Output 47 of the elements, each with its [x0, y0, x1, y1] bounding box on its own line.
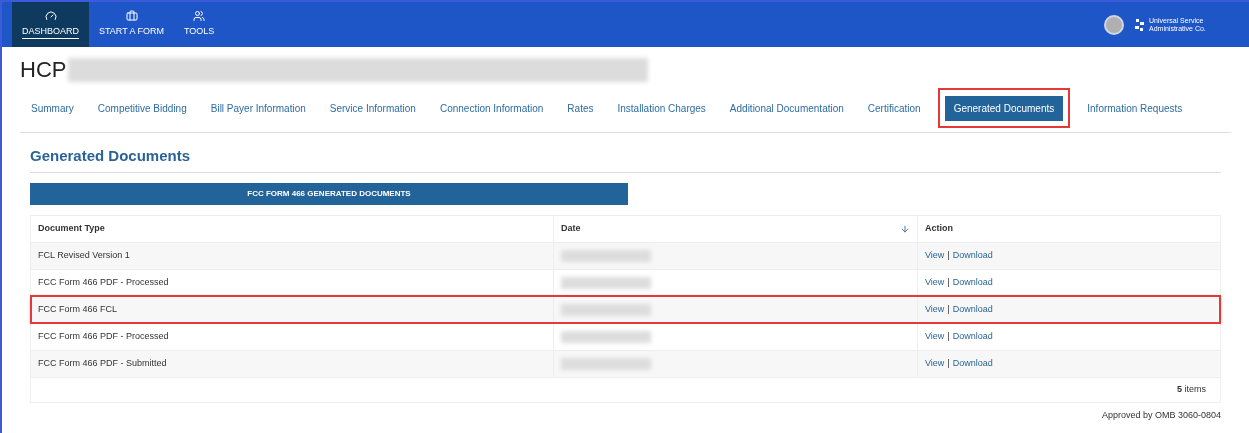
page-title: HCP: [20, 56, 67, 84]
view-link[interactable]: View: [925, 302, 945, 317]
section-banner: FCC FORM 466 GENERATED DOCUMENTS: [30, 182, 628, 205]
table-cell-text: FCC Form 466 PDF - Processed: [37, 329, 170, 343]
view-link[interactable]: View: [925, 329, 945, 344]
tab[interactable]: Service Information: [329, 96, 416, 121]
view-link[interactable]: View: [925, 275, 945, 290]
sort-descending-icon[interactable]: [900, 223, 910, 234]
item-count: 5 items: [1176, 382, 1206, 396]
column-header: Document Type: [37, 221, 106, 235]
column-header: Action: [917, 215, 1220, 242]
logo-icon: [1134, 17, 1146, 32]
view-link[interactable]: View: [925, 248, 945, 263]
link-separator: |: [947, 356, 950, 370]
tab[interactable]: Certification: [867, 96, 921, 121]
link-separator: |: [947, 248, 950, 262]
tab[interactable]: Information Requests: [1087, 96, 1183, 121]
link-separator: |: [947, 275, 950, 289]
table-cell-text: FCC Form 466 FCL: [37, 302, 118, 316]
table-cell-text: FCC Form 466 PDF - Submitted: [37, 356, 168, 370]
table-cell-text: FCC Form 466 PDF - Processed: [37, 275, 170, 289]
tab[interactable]: Installation Charges: [617, 96, 706, 121]
link-separator: |: [947, 329, 950, 343]
download-link[interactable]: Download: [952, 302, 993, 317]
tab[interactable]: Competitive Bidding: [97, 96, 187, 121]
download-link[interactable]: Download: [952, 356, 993, 371]
download-link[interactable]: Download: [952, 275, 993, 290]
approval-note: Approved by OMB 3060-0804: [1101, 408, 1221, 422]
nav-icon: [193, 10, 206, 23]
download-link[interactable]: Download: [952, 248, 993, 263]
tab[interactable]: Connection Information: [439, 96, 544, 121]
nav-item[interactable]: TOOLS: [174, 2, 225, 47]
tab[interactable]: Summary: [31, 96, 74, 121]
nav-item[interactable]: DASHBOARD: [12, 2, 89, 47]
nav-icon: [44, 9, 57, 22]
nav-icon: [125, 10, 138, 23]
column-header: Date: [561, 221, 581, 235]
tab[interactable]: Bill Payer Information: [210, 96, 306, 121]
download-link[interactable]: Download: [952, 329, 993, 344]
section-title: Generated Documents: [30, 145, 1221, 173]
tab[interactable]: Rates: [567, 96, 594, 121]
nav-item[interactable]: START A FORM: [89, 2, 175, 47]
tab[interactable]: Additional Documentation: [729, 96, 844, 121]
tab[interactable]: Generated Documents: [944, 96, 1064, 121]
table-cell-text: FCL Revised Version 1: [37, 248, 131, 262]
link-separator: |: [947, 302, 950, 316]
view-link[interactable]: View: [925, 356, 945, 371]
